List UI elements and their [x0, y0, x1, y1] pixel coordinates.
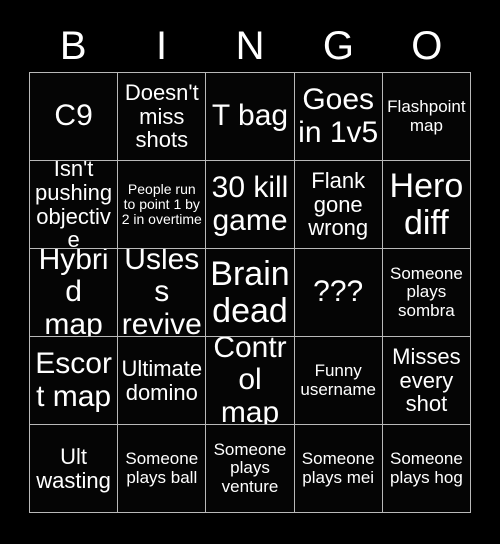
bingo-cell-label: People run to point 1 by 2 in overtime: [121, 180, 202, 228]
bingo-cell-label: Ult wasting: [36, 443, 111, 493]
bingo-cell-label: Brain dead: [210, 254, 290, 330]
bingo-cell-label: Someone plays sombra: [390, 263, 463, 320]
bingo-cell-r4c4[interactable]: Funny username: [294, 337, 383, 425]
bingo-cell-r2c5[interactable]: Hero diff: [382, 161, 471, 249]
bingo-cell-r3c4[interactable]: ???: [294, 249, 383, 337]
bingo-cell-r5c1[interactable]: Ult wasting: [30, 425, 119, 513]
bingo-cell-r4c1[interactable]: Escort map: [30, 337, 119, 425]
bingo-cell-r3c2[interactable]: Usless revive: [118, 249, 207, 337]
bingo-cell-r4c2[interactable]: Ultimate domino: [118, 337, 207, 425]
bingo-cell-label: Control map: [213, 337, 287, 425]
bingo-cell-label: T bag: [211, 99, 289, 133]
bingo-cell-label: Someone plays hog: [390, 449, 463, 487]
bingo-cell-label: Doesn't miss shots: [124, 79, 199, 153]
bingo-cell-label: Escort map: [35, 347, 112, 413]
bingo-cell-label: Someone plays venture: [213, 439, 287, 496]
bingo-cell-r1c2[interactable]: Doesn't miss shots: [118, 73, 207, 161]
bingo-header-letter-o: O: [411, 24, 443, 68]
bingo-header: B I N G O: [29, 20, 471, 72]
bingo-header-letter-b: B: [59, 24, 87, 68]
bingo-grid: C9 Doesn't miss shots T bag Goes in 1v5 Flas…: [29, 72, 471, 513]
bingo-cell-r1c3[interactable]: T bag: [206, 73, 295, 161]
bingo-cell-label: C9: [54, 99, 93, 133]
bingo-cell-r3c3[interactable]: Brain dead: [206, 249, 295, 337]
bingo-cell-r5c5[interactable]: Someone plays hog: [382, 425, 471, 513]
bingo-cell-r3c5[interactable]: Someone plays sombra: [382, 249, 471, 337]
bingo-cell-r2c1[interactable]: Isn't pushing objective: [30, 161, 119, 249]
bingo-cell-label: ???: [313, 275, 364, 309]
bingo-cell-label: Someone plays ball: [125, 449, 199, 487]
bingo-header-letter-g: G: [322, 24, 354, 68]
bingo-cell-r5c2[interactable]: Someone plays ball: [118, 425, 207, 513]
bingo-cell-label: Usless revive: [121, 249, 202, 337]
bingo-cell-r1c5[interactable]: Flashpoint map: [382, 73, 471, 161]
bingo-card: B I N G O C9 Doesn't miss shots T bag Goes …: [0, 0, 500, 544]
bingo-cell-label: Hero diff: [389, 166, 464, 242]
bingo-cell-label: Misses every shot: [392, 343, 461, 417]
bingo-cell-r2c2[interactable]: People run to point 1 by 2 in overtime: [118, 161, 207, 249]
bingo-cell-label: Goes in 1v5: [298, 83, 379, 149]
bingo-cell-label: Isn't pushing objective: [35, 161, 113, 249]
bingo-header-letter-n: N: [235, 24, 265, 68]
bingo-cell-label: Ultimate domino: [121, 355, 203, 405]
bingo-cell-label: Someone plays mei: [301, 449, 375, 487]
bingo-cell-r2c3[interactable]: 30 kill game: [206, 161, 295, 249]
bingo-cell-r2c4[interactable]: Flank gone wrong: [294, 161, 383, 249]
bingo-cell-r1c1[interactable]: C9: [30, 73, 119, 161]
bingo-cell-r5c4[interactable]: Someone plays mei: [294, 425, 383, 513]
bingo-cell-label: 30 kill game: [211, 171, 289, 237]
bingo-header-letter-i: I: [156, 24, 168, 68]
bingo-cell-label: Flank gone wrong: [308, 167, 369, 241]
bingo-cell-r1c4[interactable]: Goes in 1v5: [294, 73, 383, 161]
bingo-cell-label: Flashpoint map: [387, 97, 466, 135]
bingo-cell-r3c1[interactable]: Hybrid map: [30, 249, 119, 337]
bingo-cell-r4c5[interactable]: Misses every shot: [382, 337, 471, 425]
bingo-cell-r4c3[interactable]: Control map: [206, 337, 295, 425]
bingo-cell-label: Funny username: [300, 361, 376, 399]
bingo-cell-r5c3[interactable]: Someone plays venture: [206, 425, 295, 513]
bingo-cell-label: Hybrid map: [38, 249, 109, 337]
